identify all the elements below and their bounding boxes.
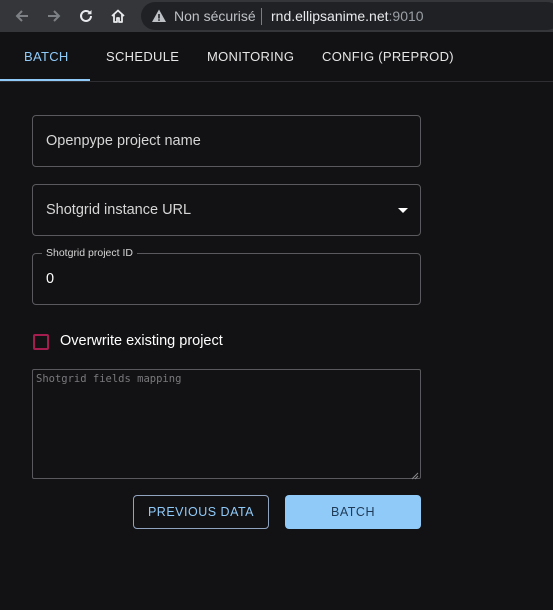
arrow-right-icon[interactable] (42, 4, 66, 28)
shotgrid-instance-url-placeholder: Shotgrid instance URL (46, 202, 192, 218)
tab-config-preprod[interactable]: CONFIG (PREPROD) (322, 32, 454, 82)
openpype-project-name-placeholder: Openpype project name (46, 133, 201, 149)
previous-data-button[interactable]: PREVIOUS DATA (133, 495, 269, 529)
arrow-left-icon[interactable] (10, 4, 34, 28)
address-divider (261, 8, 262, 25)
home-icon[interactable] (106, 4, 130, 28)
overwrite-checkbox[interactable] (33, 334, 49, 350)
reload-icon[interactable] (74, 4, 98, 28)
openpype-project-name-input[interactable]: Openpype project name (32, 115, 421, 167)
shotgrid-instance-url-select[interactable]: Shotgrid instance URL (32, 184, 421, 236)
tab-monitoring[interactable]: MONITORING (207, 32, 294, 82)
app-tab-bar: BATCH SCHEDULE MONITORING CONFIG (PREPRO… (0, 32, 553, 82)
batch-button[interactable]: BATCH (285, 495, 421, 529)
warning-triangle-icon[interactable] (151, 8, 167, 24)
browser-toolbar: Non sécurisé rnd.ellipsanime.net:9010 (0, 0, 553, 32)
resize-handle-icon[interactable] (409, 467, 419, 480)
security-status[interactable]: Non sécurisé (174, 8, 256, 24)
active-tab-indicator (0, 79, 90, 81)
address-bar[interactable]: Non sécurisé rnd.ellipsanime.net:9010 (141, 2, 553, 30)
url-text[interactable]: rnd.ellipsanime.net:9010 (271, 8, 424, 24)
shotgrid-fields-mapping-textarea[interactable] (32, 369, 421, 479)
caret-down-icon[interactable] (398, 208, 408, 213)
shotgrid-project-id-label: Shotgrid project ID (42, 246, 137, 260)
url-port: :9010 (388, 8, 424, 24)
tab-batch[interactable]: BATCH (24, 32, 69, 82)
shotgrid-project-id-input[interactable]: Shotgrid project ID 0 (32, 246, 421, 305)
shotgrid-project-id-value: 0 (46, 271, 55, 287)
url-host: rnd.ellipsanime.net (271, 8, 389, 24)
tab-schedule[interactable]: SCHEDULE (106, 32, 179, 82)
overwrite-label[interactable]: Overwrite existing project (60, 333, 223, 349)
